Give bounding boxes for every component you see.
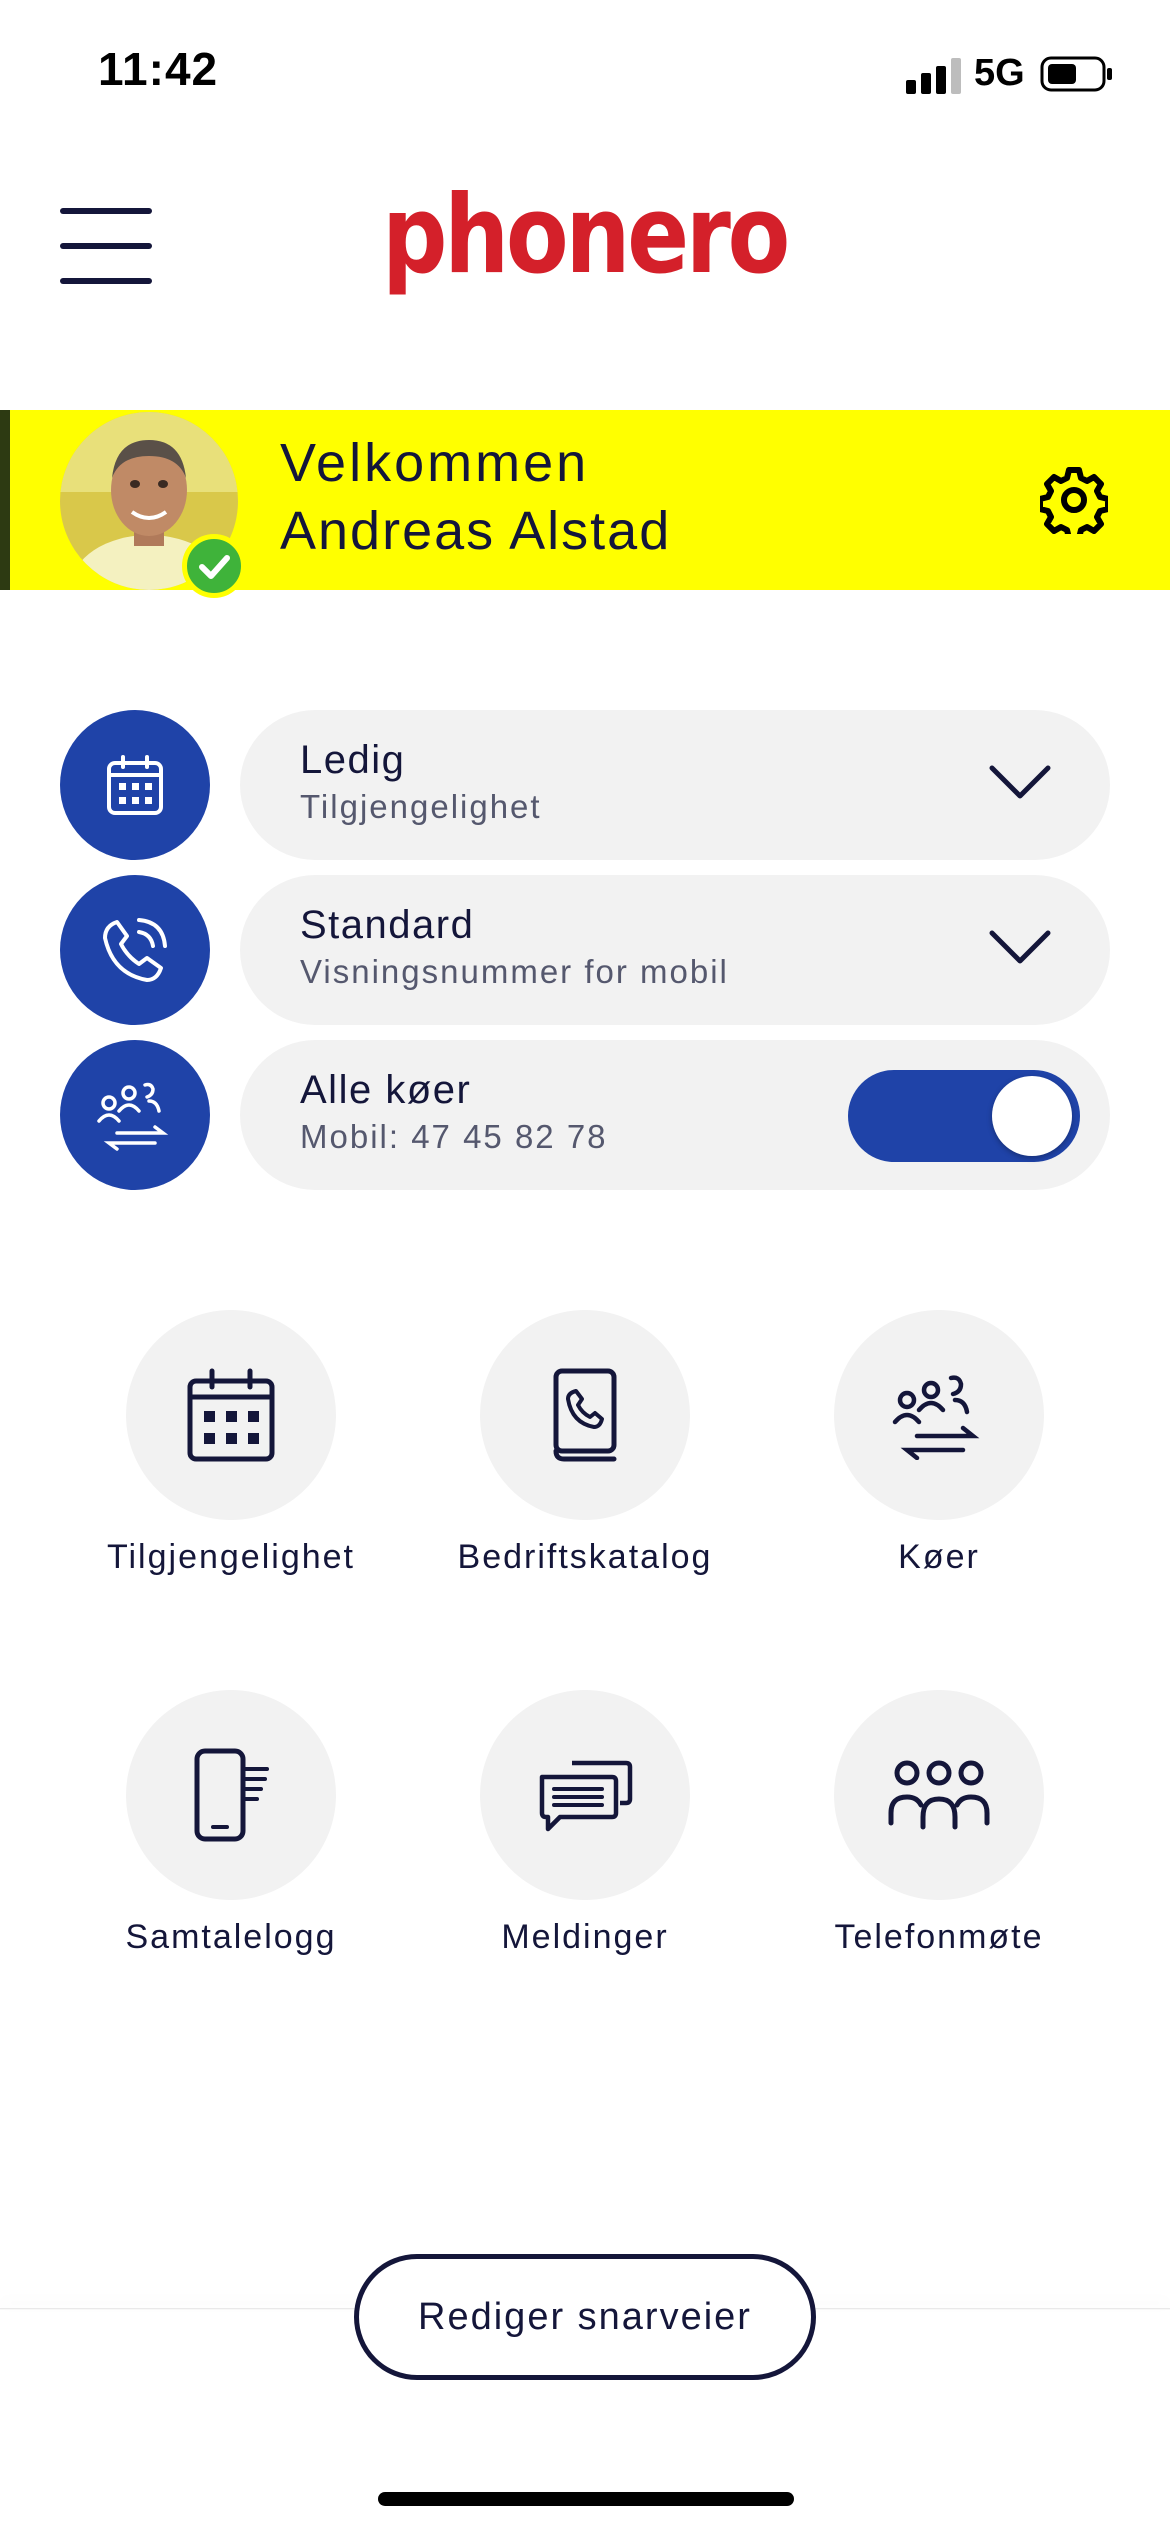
shortcut-label: Køer	[898, 1538, 980, 1576]
queues-toggle[interactable]	[848, 1070, 1080, 1162]
calendar-icon	[187, 1368, 275, 1462]
battery-icon	[1040, 56, 1112, 92]
shortcut-availability[interactable]: Tilgjengelighet	[71, 1310, 391, 1600]
shortcut-call-log[interactable]: Samtalelogg	[71, 1690, 391, 1980]
caller-id-icon-button[interactable]	[60, 875, 210, 1025]
queue-icon	[892, 1375, 980, 1460]
call-log-icon	[194, 1748, 269, 1842]
user-name: Andreas Alstad	[280, 501, 672, 561]
presence-status-icon	[182, 534, 246, 598]
shortcut-label: Samtalelogg	[125, 1918, 337, 1956]
cellular-signal-icon	[906, 58, 961, 94]
status-bar: 11:42 5G	[0, 0, 1170, 150]
calendar-icon	[107, 755, 163, 815]
hamburger-menu-icon[interactable]	[60, 208, 152, 284]
home-indicator[interactable]	[378, 2492, 794, 2506]
queues-toggle-row: Alle køer Mobil: 47 45 82 78	[240, 1040, 1110, 1190]
phonero-logo: phonero	[382, 180, 791, 298]
availability-dropdown[interactable]: Ledig Tilgjengelighet	[240, 710, 1110, 860]
caller-id-label: Visningsnummer for mobil	[300, 953, 729, 990]
phone-ringing-icon	[103, 918, 167, 982]
edit-shortcuts-button[interactable]: Rediger snarveier	[354, 2254, 816, 2380]
shortcut-messages[interactable]: Meldinger	[425, 1690, 745, 1980]
shortcut-label: Meldinger	[501, 1918, 669, 1956]
chevron-down-icon	[989, 765, 1051, 799]
caller-id-value: Standard	[300, 903, 475, 947]
caller-id-dropdown[interactable]: Standard Visningsnummer for mobil	[240, 875, 1110, 1025]
shortcut-directory[interactable]: Bedriftskatalog	[425, 1310, 745, 1600]
status-time: 11:42	[98, 43, 219, 95]
phonebook-icon	[553, 1368, 617, 1462]
welcome-label: Velkommen	[280, 433, 590, 493]
availability-label: Tilgjengelighet	[300, 788, 542, 825]
shortcut-queues[interactable]: Køer	[779, 1310, 1099, 1600]
shortcut-label: Tilgjengelighet	[107, 1538, 355, 1576]
shortcut-label: Bedriftskatalog	[457, 1538, 713, 1576]
shortcut-label: Telefonmøte	[834, 1918, 1044, 1956]
chevron-down-icon	[989, 930, 1051, 964]
queues-mobile-number: Mobil: 47 45 82 78	[300, 1118, 608, 1155]
shortcut-conference[interactable]: Telefonmøte	[779, 1690, 1099, 1980]
queues-title: Alle køer	[300, 1068, 472, 1112]
conference-icon	[888, 1760, 990, 1830]
toggle-knob	[992, 1076, 1072, 1156]
settings-gear-icon[interactable]	[1040, 466, 1108, 534]
availability-value: Ledig	[300, 738, 406, 782]
queues-icon-button[interactable]	[60, 1040, 210, 1190]
queue-icon	[97, 1082, 169, 1151]
availability-icon-button[interactable]	[60, 710, 210, 860]
messages-icon	[539, 1760, 633, 1832]
svg-text:phonero: phonero	[382, 180, 787, 298]
network-type: 5G	[974, 52, 1025, 94]
